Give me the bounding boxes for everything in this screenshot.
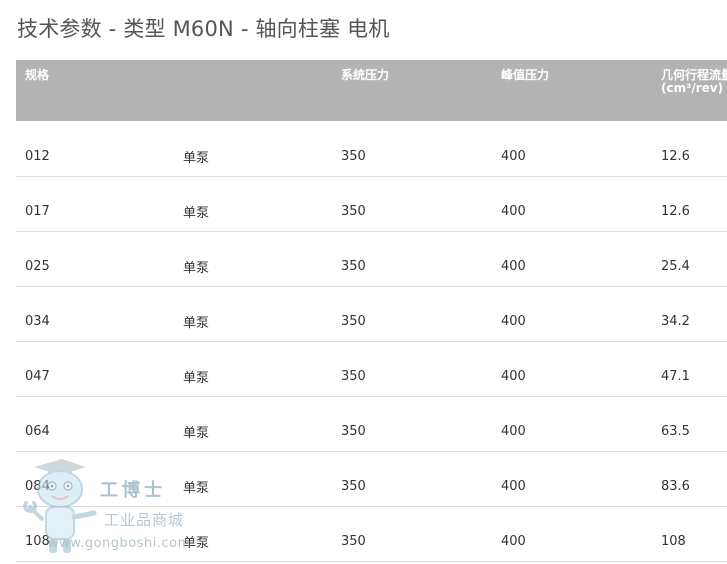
- cell-system-pressure: 350: [332, 451, 492, 507]
- cell-peak-pressure: 400: [492, 176, 652, 232]
- spec-page: 技术参数 - 类型 M60N - 轴向柱塞 电机 规格 系统压力 峰值压力 几何…: [0, 0, 727, 564]
- table-row: 064 单泵 350 400 63.5: [16, 396, 727, 452]
- cell-displacement: 108: [652, 506, 727, 562]
- header-type: [174, 60, 332, 121]
- cell-displacement: 34.2: [652, 286, 727, 342]
- cell-displacement: 25.4: [652, 231, 727, 287]
- header-peak-pressure: 峰值压力: [492, 60, 652, 121]
- cell-size: 064: [16, 396, 174, 452]
- cell-type: 单泵: [174, 286, 332, 342]
- cell-type: 单泵: [174, 121, 332, 177]
- cell-peak-pressure: 400: [492, 451, 652, 507]
- cell-peak-pressure: 400: [492, 341, 652, 397]
- table-row: 012 单泵 350 400 12.6: [16, 121, 727, 177]
- cell-size: 017: [16, 176, 174, 232]
- table-row: 047 单泵 350 400 47.1: [16, 341, 727, 397]
- table-header: 规格 系统压力 峰值压力 几何行程流量(cm³/rev): [16, 60, 727, 121]
- cell-size: 025: [16, 231, 174, 287]
- table-row: 025 单泵 350 400 25.4: [16, 231, 727, 287]
- header-size: 规格: [16, 60, 174, 121]
- cell-system-pressure: 350: [332, 286, 492, 342]
- cell-type: 单泵: [174, 506, 332, 562]
- watermark-subtitle: 工业品商城: [104, 511, 185, 529]
- cell-system-pressure: 350: [332, 176, 492, 232]
- watermark-brand: 工博士: [100, 480, 166, 501]
- cell-displacement: 83.6: [652, 451, 727, 507]
- cell-size: 047: [16, 341, 174, 397]
- page-title: 技术参数 - 类型 M60N - 轴向柱塞 电机: [17, 17, 390, 41]
- header-displacement: 几何行程流量(cm³/rev): [652, 60, 727, 121]
- cell-displacement: 63.5: [652, 396, 727, 452]
- cell-peak-pressure: 400: [492, 231, 652, 287]
- cell-type: 单泵: [174, 176, 332, 232]
- cell-peak-pressure: 400: [492, 396, 652, 452]
- table-row: 034 单泵 350 400 34.2: [16, 286, 727, 342]
- table-row: 017 单泵 350 400 12.6: [16, 176, 727, 232]
- cell-system-pressure: 350: [332, 506, 492, 562]
- cell-displacement: 12.6: [652, 176, 727, 232]
- cell-system-pressure: 350: [332, 231, 492, 287]
- header-row: 规格 系统压力 峰值压力 几何行程流量(cm³/rev): [16, 60, 727, 121]
- cell-system-pressure: 350: [332, 121, 492, 177]
- cell-type: 单泵: [174, 231, 332, 287]
- watermark-url: www.gongboshi.com: [48, 536, 191, 551]
- cell-type: 单泵: [174, 341, 332, 397]
- cell-size: 012: [16, 121, 174, 177]
- cell-displacement: 12.6: [652, 121, 727, 177]
- cell-system-pressure: 350: [332, 341, 492, 397]
- cell-type: 单泵: [174, 451, 332, 507]
- cell-type: 单泵: [174, 396, 332, 452]
- cell-system-pressure: 350: [332, 396, 492, 452]
- cell-displacement: 47.1: [652, 341, 727, 397]
- cell-peak-pressure: 400: [492, 121, 652, 177]
- cell-size: 034: [16, 286, 174, 342]
- cell-peak-pressure: 400: [492, 506, 652, 562]
- header-system-pressure: 系统压力: [332, 60, 492, 121]
- cell-peak-pressure: 400: [492, 286, 652, 342]
